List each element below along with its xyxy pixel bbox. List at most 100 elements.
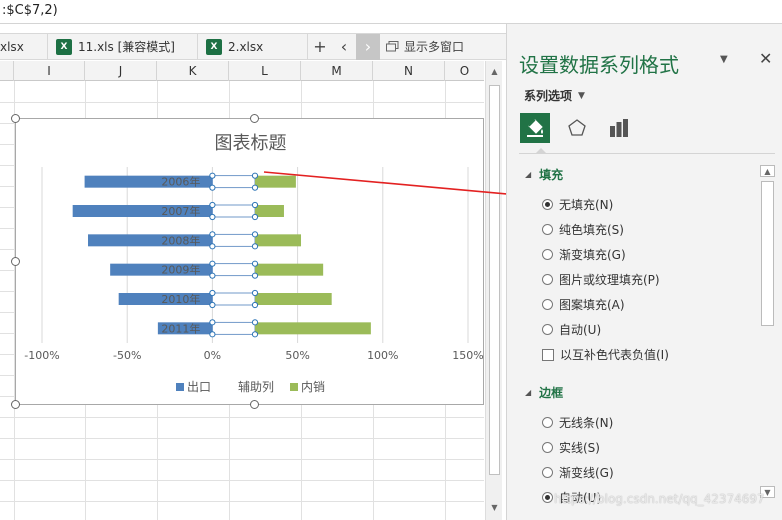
x-tick-label: 150% bbox=[452, 349, 483, 362]
radio-button[interactable] bbox=[542, 417, 553, 428]
radio-gradient-line[interactable]: 渐变线(G) bbox=[542, 464, 614, 481]
selection-handle bbox=[251, 172, 259, 179]
column-header-j[interactable]: J bbox=[85, 61, 157, 81]
scrollbar-thumb[interactable] bbox=[489, 85, 500, 475]
sheet-vertical-scrollbar[interactable]: ▲ ▼ bbox=[485, 61, 502, 520]
radio-solid-fill[interactable]: 纯色填充(S) bbox=[542, 221, 624, 238]
window-icon bbox=[386, 41, 399, 52]
collapse-icon: ◢ bbox=[525, 388, 532, 397]
chart-object[interactable]: 图表标题 -100% -50% 0% 50% 100% 150% 2006年 2007年 200… bbox=[11, 114, 485, 409]
format-data-series-pane: 设置数据系列格式 ▼ ✕ 系列选项 ▼ ◢ 填充 无填充(N) 纯色填充(S) bbox=[506, 24, 782, 520]
column-header-l[interactable]: L bbox=[229, 61, 301, 81]
selection-handle bbox=[209, 172, 216, 179]
formula-bar[interactable]: :$C$7,2) bbox=[0, 0, 782, 24]
legend-item-domestic[interactable]: 内销 bbox=[290, 378, 325, 395]
radio-button[interactable] bbox=[542, 492, 553, 503]
tab-xlsx[interactable]: xlsx bbox=[0, 33, 48, 60]
resize-handle[interactable] bbox=[11, 114, 20, 123]
radio-no-line[interactable]: 无线条(N) bbox=[542, 414, 613, 431]
column-header-partial bbox=[0, 61, 14, 81]
radio-automatic-fill[interactable]: 自动(U) bbox=[542, 321, 601, 338]
close-icon[interactable]: ✕ bbox=[759, 49, 772, 68]
bar-chart-icon[interactable] bbox=[604, 113, 634, 143]
radio-button[interactable] bbox=[542, 467, 553, 478]
border-section-header[interactable]: ◢ 边框 bbox=[525, 384, 563, 401]
selection-handle bbox=[251, 184, 259, 191]
legend-item-helper[interactable]: 辅助列 bbox=[226, 378, 274, 395]
resize-handle[interactable] bbox=[250, 114, 259, 123]
bar-helper bbox=[211, 321, 256, 335]
option-label: 自动(U) bbox=[559, 323, 602, 337]
checkbox[interactable] bbox=[542, 348, 554, 361]
pane-options-dropdown-icon[interactable]: ▼ bbox=[720, 54, 728, 65]
tab-label: 11.xls [兼容模式] bbox=[78, 40, 175, 54]
multi-window-label: 显示多窗口 bbox=[404, 40, 465, 54]
bar-domestic bbox=[255, 175, 296, 188]
radio-button[interactable] bbox=[542, 199, 553, 210]
selection-handle bbox=[251, 272, 259, 279]
chart-legend[interactable]: 出口 辅助列 内销 bbox=[16, 378, 485, 395]
radio-button[interactable] bbox=[542, 224, 553, 235]
legend-label: 出口 bbox=[186, 380, 211, 394]
radio-button[interactable] bbox=[542, 274, 553, 285]
selection-handle bbox=[251, 243, 259, 250]
scroll-down-icon[interactable]: ▼ bbox=[486, 501, 503, 515]
column-header-n[interactable]: N bbox=[373, 61, 445, 81]
column-header-o[interactable]: O bbox=[445, 61, 484, 81]
category-label: 2008年 bbox=[161, 233, 200, 247]
radio-pattern-fill[interactable]: 图案填充(A) bbox=[542, 296, 625, 313]
new-window-button[interactable]: + bbox=[308, 34, 332, 60]
selection-handle bbox=[251, 331, 259, 338]
radio-button[interactable] bbox=[542, 249, 553, 260]
option-label: 纯色填充(S) bbox=[559, 223, 624, 237]
resize-handle[interactable] bbox=[250, 400, 259, 409]
column-header-i[interactable]: I bbox=[14, 61, 85, 81]
radio-gradient-fill[interactable]: 渐变填充(G) bbox=[542, 246, 626, 263]
column-header-m[interactable]: M bbox=[301, 61, 373, 81]
option-label: 图案填充(A) bbox=[559, 298, 625, 312]
bar-helper bbox=[211, 292, 256, 306]
legend-swatch bbox=[226, 382, 235, 391]
column-header-k[interactable]: K bbox=[157, 61, 229, 81]
multi-window-button[interactable]: 显示多窗口 bbox=[380, 38, 464, 55]
x-tick-label: 0% bbox=[204, 349, 221, 362]
scroll-up-icon[interactable]: ▲ bbox=[486, 65, 503, 79]
chart-plot-area[interactable]: -100% -50% 0% 50% 100% 150% 2006年 2007年 2008年 200… bbox=[16, 119, 485, 406]
scroll-up-icon[interactable]: ▲ bbox=[760, 165, 775, 177]
paint-bucket-icon[interactable] bbox=[520, 113, 550, 143]
watermark-text: https://blog.csdn.net/qq_42374697 bbox=[554, 492, 765, 506]
tab-2-xlsx[interactable]: X 2.xlsx bbox=[198, 33, 308, 60]
radio-picture-fill[interactable]: 图片或纹理填充(P) bbox=[542, 271, 660, 288]
resize-handle[interactable] bbox=[11, 400, 20, 409]
radio-button[interactable] bbox=[542, 324, 553, 335]
category-label: 2009年 bbox=[161, 263, 200, 277]
scrollbar-thumb[interactable] bbox=[761, 181, 774, 326]
radio-button[interactable] bbox=[542, 299, 553, 310]
tab-11-xls[interactable]: X 11.xls [兼容模式] bbox=[48, 33, 198, 60]
next-tab-button[interactable]: › bbox=[356, 33, 380, 60]
pane-separator bbox=[519, 148, 775, 154]
radio-no-fill[interactable]: 无填充(N) bbox=[542, 196, 613, 213]
pentagon-icon[interactable] bbox=[562, 113, 592, 143]
invert-if-negative-checkbox[interactable]: 以互补色代表负值(I) bbox=[542, 346, 669, 363]
category-label: 2007年 bbox=[161, 204, 200, 218]
category-label: 2011年 bbox=[161, 321, 200, 335]
legend-swatch bbox=[175, 382, 184, 391]
resize-handle[interactable] bbox=[11, 257, 20, 266]
radio-button[interactable] bbox=[542, 442, 553, 453]
prev-tab-button[interactable]: ‹ bbox=[332, 34, 356, 60]
fill-section-header[interactable]: ◢ 填充 bbox=[525, 166, 563, 183]
radio-solid-line[interactable]: 实线(S) bbox=[542, 439, 600, 456]
pane-scrollbar[interactable]: ▲ ▼ bbox=[760, 165, 775, 520]
bar-helper bbox=[211, 175, 256, 189]
chevron-down-icon: ▼ bbox=[578, 90, 585, 101]
bar-domestic bbox=[255, 322, 371, 335]
option-label: 渐变线(G) bbox=[559, 466, 614, 480]
category-label: 2010年 bbox=[161, 292, 200, 306]
option-label: 以互补色代表负值(I) bbox=[560, 348, 669, 362]
fill-section-title: 填充 bbox=[539, 168, 564, 182]
selection-handle bbox=[251, 201, 259, 209]
selection-handle bbox=[209, 243, 216, 250]
series-options-dropdown[interactable]: 系列选项 ▼ bbox=[524, 87, 585, 104]
legend-item-export[interactable]: 出口 bbox=[175, 378, 211, 395]
